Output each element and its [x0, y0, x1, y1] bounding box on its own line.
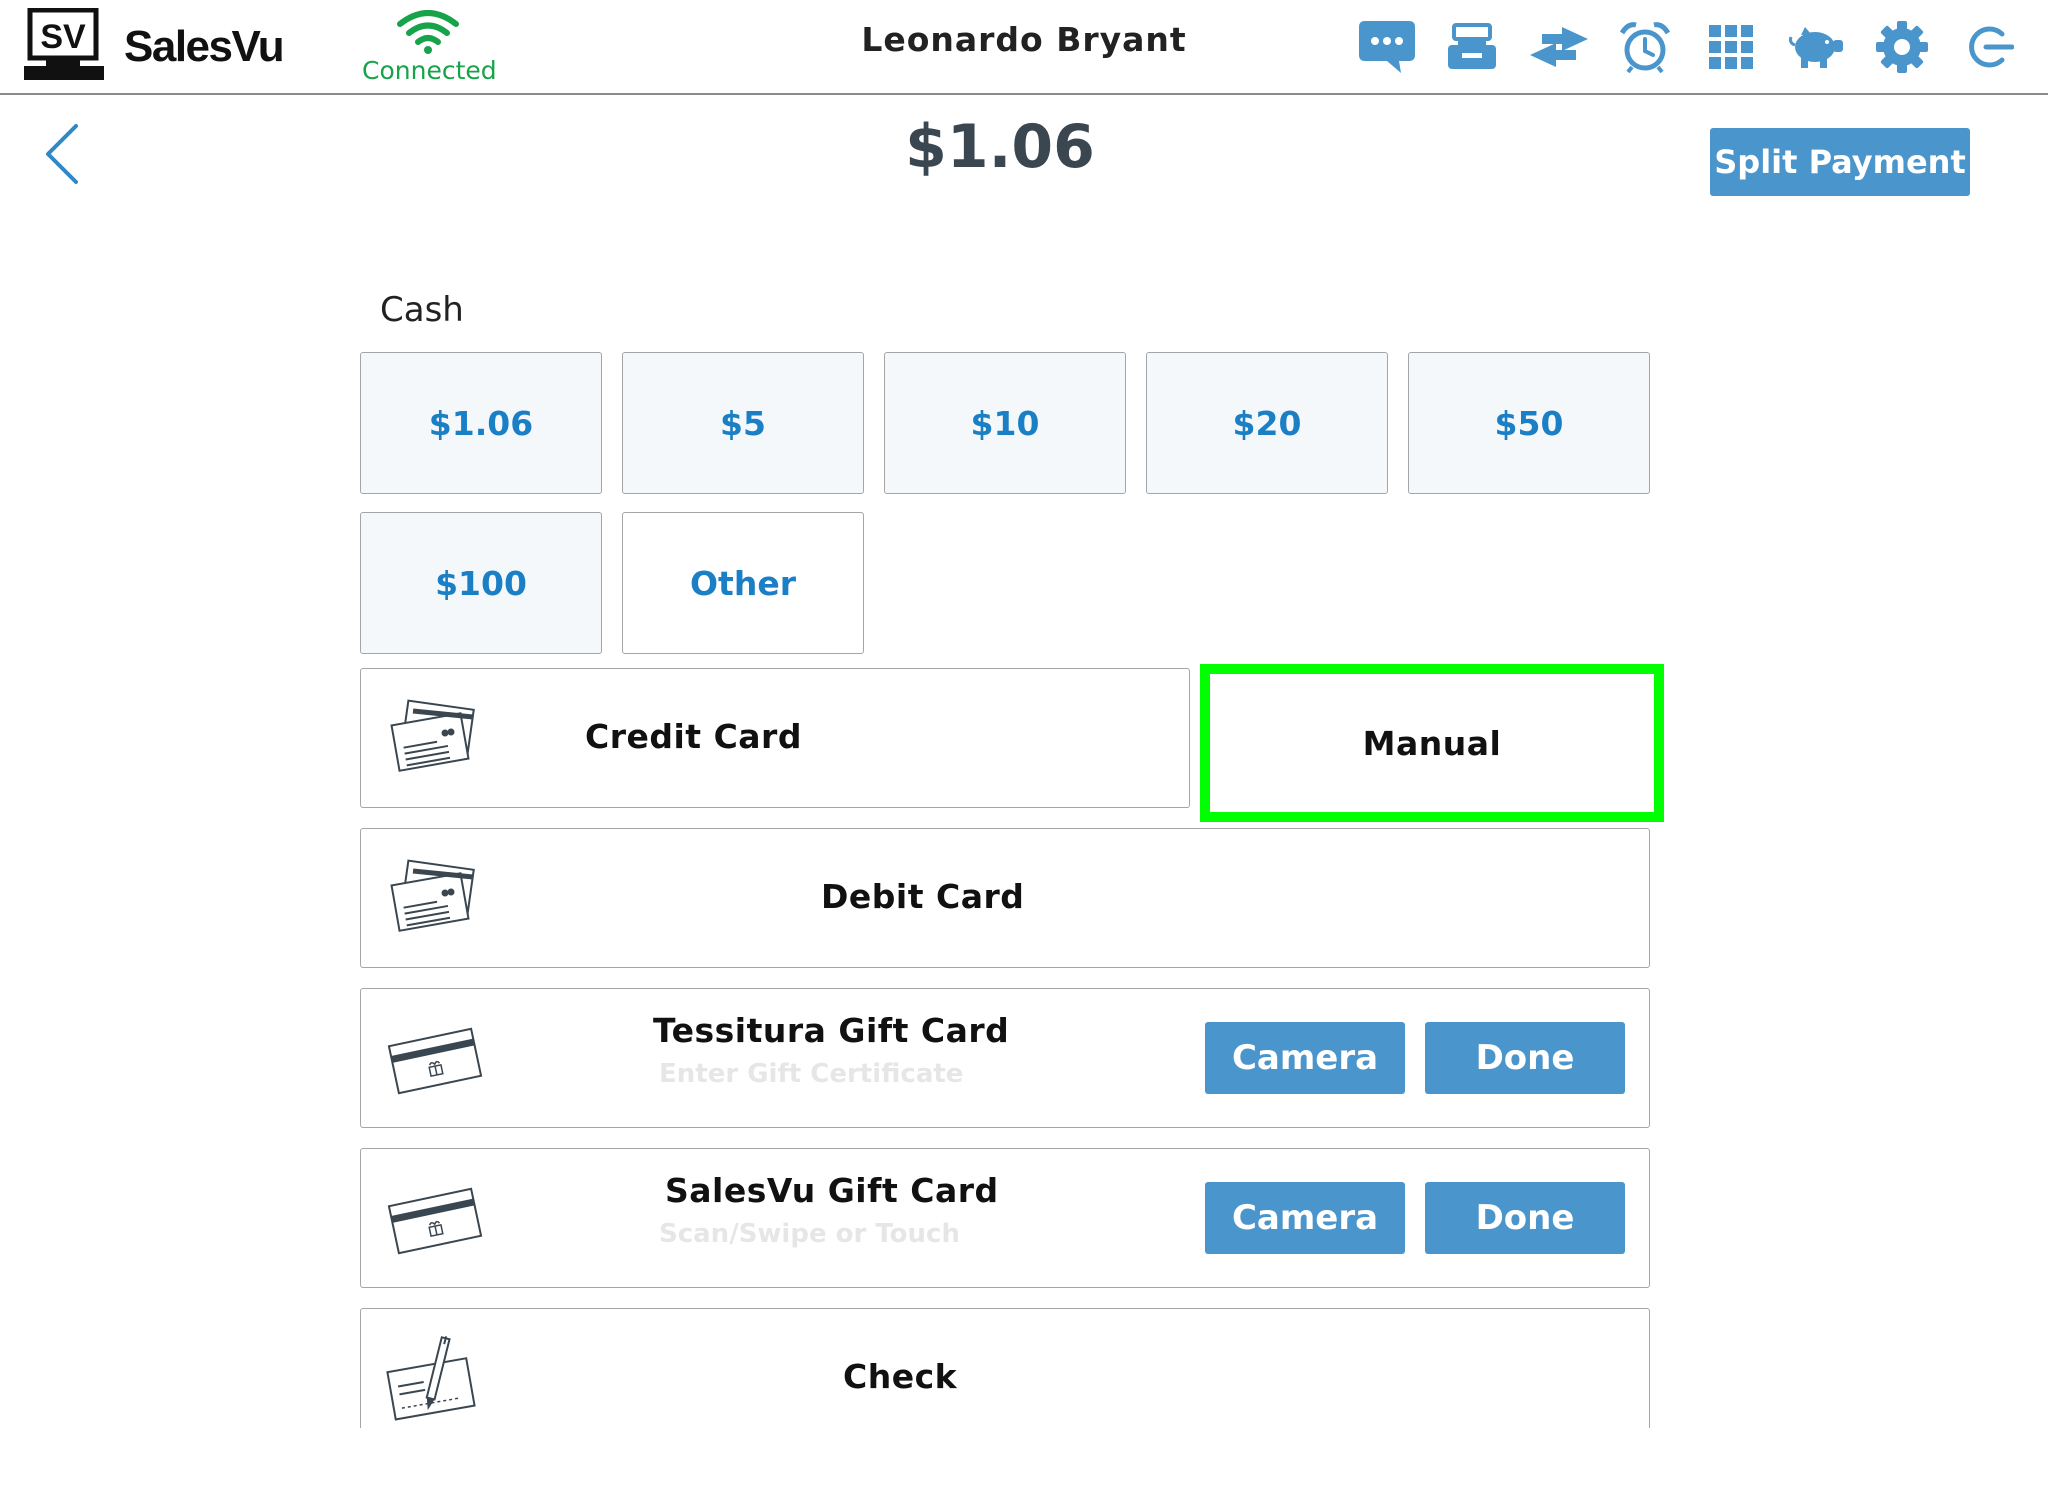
- manual-label: Manual: [1362, 723, 1502, 763]
- credit-card-icon: [390, 699, 475, 772]
- salesvu-logo: SV: [24, 8, 104, 80]
- salesvu-gift-card-row[interactable]: SalesVu Gift Card Scan/Swipe or Touch Ca…: [360, 1148, 1650, 1288]
- wifi-icon: [397, 10, 459, 54]
- transfer-icon[interactable]: [1528, 16, 1590, 78]
- salesvu-camera-button[interactable]: Camera: [1205, 1182, 1405, 1254]
- debit-card-icon: [390, 859, 475, 932]
- check-icon: [386, 1336, 476, 1421]
- back-button[interactable]: [36, 118, 88, 190]
- tessitura-gift-card-row[interactable]: Tessitura Gift Card Enter Gift Certifica…: [360, 988, 1650, 1128]
- brand-name: SalesVu: [124, 22, 285, 71]
- cash-option-20[interactable]: $20: [1146, 352, 1388, 494]
- salesvu-done-button[interactable]: Done: [1425, 1182, 1625, 1254]
- gift-card-icon: [387, 1187, 483, 1255]
- gift-certificate-input[interactable]: Enter Gift Certificate: [659, 1059, 963, 1089]
- cash-option-10[interactable]: $10: [884, 352, 1126, 494]
- manual-entry-button[interactable]: Manual: [1200, 664, 1664, 822]
- check-label: Check: [843, 1357, 958, 1396]
- cash-option-other[interactable]: Other: [622, 512, 864, 654]
- debit-card-label: Debit Card: [821, 877, 1025, 916]
- logout-icon[interactable]: [1958, 16, 2020, 78]
- split-payment-button[interactable]: Split Payment: [1710, 128, 1970, 196]
- cash-option-100[interactable]: $100: [360, 512, 602, 654]
- chat-icon[interactable]: [1356, 16, 1418, 78]
- piggy-bank-icon[interactable]: [1786, 16, 1848, 78]
- tessitura-done-button[interactable]: Done: [1425, 1022, 1625, 1094]
- bottom-blank-area: [0, 1428, 2048, 1498]
- cash-option-1-06[interactable]: $1.06: [360, 352, 602, 494]
- grid-icon[interactable]: [1700, 16, 1762, 78]
- gear-icon[interactable]: [1871, 16, 1933, 78]
- gift-card-scan-input[interactable]: Scan/Swipe or Touch: [659, 1219, 960, 1249]
- total-amount: $1.06: [905, 112, 1095, 182]
- salesvu-gift-card-label: SalesVu Gift Card: [665, 1171, 999, 1210]
- connection-label: Connected: [362, 56, 497, 85]
- cash-option-50[interactable]: $50: [1408, 352, 1650, 494]
- svg-text:SV: SV: [40, 18, 86, 56]
- credit-card-label: Credit Card: [585, 717, 802, 756]
- user-name: Leonardo Bryant: [861, 20, 1187, 59]
- check-row[interactable]: Check: [360, 1308, 1650, 1448]
- credit-card-row[interactable]: Credit Card: [360, 668, 1190, 808]
- cash-option-5[interactable]: $5: [622, 352, 864, 494]
- tessitura-gift-card-label: Tessitura Gift Card: [653, 1011, 1010, 1050]
- top-bar: SV SalesVu Connected Leonardo Bryant: [0, 0, 2048, 95]
- cash-section-label: Cash: [380, 290, 464, 330]
- chevron-left-icon: [46, 124, 78, 184]
- cash-drawer-icon[interactable]: [1441, 16, 1503, 78]
- gift-card-icon: [387, 1027, 483, 1095]
- connection-status: Connected: [362, 10, 497, 85]
- tessitura-camera-button[interactable]: Camera: [1205, 1022, 1405, 1094]
- alarm-clock-icon[interactable]: [1614, 16, 1676, 78]
- debit-card-row[interactable]: Debit Card: [360, 828, 1650, 968]
